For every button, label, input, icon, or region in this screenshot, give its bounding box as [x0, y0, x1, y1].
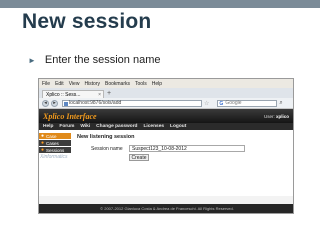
session-name-row: Session name Suspect123_10-08-2012	[77, 145, 287, 152]
close-tab-icon[interactable]: ×	[98, 92, 101, 98]
app-header: Xplico Interface User: xplico	[39, 109, 293, 123]
app-footer: © 2007-2012 Gianluca Costa & Andrea de F…	[39, 204, 293, 213]
sidebar-item-label: Sessions	[46, 147, 65, 153]
search-box[interactable]: G Google	[217, 99, 278, 107]
user-info: User: xplico	[264, 114, 289, 119]
google-logo-icon: G	[219, 100, 224, 107]
session-name-label: Session name	[91, 145, 123, 152]
forward-arrow-icon[interactable]: ▸	[51, 99, 58, 107]
menu-edit[interactable]: Edit	[55, 81, 64, 87]
sidebar-item-label: Cases	[46, 140, 59, 146]
sidebar-item-sessions[interactable]: ● Sessions	[39, 147, 71, 153]
sidebar-item-label: Case	[46, 133, 57, 139]
browser-tab[interactable]: Xplico :: Sess... ×	[42, 90, 104, 98]
bullet-text: Enter the session name	[44, 54, 161, 66]
menu-help[interactable]: Help	[152, 81, 162, 87]
slide-title: New session	[22, 10, 152, 33]
nav-wiki[interactable]: Wiki	[80, 124, 90, 129]
slide: New session ► Enter the session name Fil…	[0, 0, 320, 240]
bookmark-star-icon[interactable]: ☆	[204, 100, 209, 107]
app-nav: Help Forum Wiki Change password Licenses…	[39, 123, 293, 130]
session-name-input[interactable]: Suspect123_10-08-2012	[129, 145, 245, 152]
app-title: Xplico Interface	[43, 111, 97, 121]
menu-tools[interactable]: Tools	[135, 81, 147, 87]
user-label: User:	[263, 113, 275, 119]
address-bar-url: localhost:9876/sols/add	[69, 100, 122, 106]
browser-nav-row: ◂ ▸ localhost:9876/sols/add ☆ G Google ⌕	[39, 98, 293, 109]
bullet-dot-icon: ●	[41, 133, 45, 139]
browser-tab-label: Xplico :: Sess...	[46, 91, 81, 98]
create-button[interactable]: Create	[129, 154, 149, 161]
new-tab-icon[interactable]: +	[107, 90, 111, 98]
address-bar[interactable]: localhost:9876/sols/add	[62, 99, 202, 107]
sidebar-item-case[interactable]: ● Case	[39, 133, 71, 139]
browser-screenshot: File Edit View History Bookmarks Tools H…	[38, 78, 294, 214]
browser-menubar: File Edit View History Bookmarks Tools H…	[39, 79, 293, 88]
search-icon[interactable]: ⌕	[279, 100, 282, 107]
main-content: New listening session Session name Suspe…	[71, 130, 293, 196]
nav-licenses[interactable]: Licenses	[144, 124, 165, 129]
sidebar-item-cases[interactable]: ● Cases	[39, 140, 71, 146]
menu-bookmarks[interactable]: Bookmarks	[105, 81, 130, 87]
favicon-icon	[64, 101, 68, 106]
app-sidebar: ● Case ● Cases ● Sessions Xinformatics	[39, 130, 71, 196]
content-title: New listening session	[77, 134, 135, 140]
app-body: ● Case ● Cases ● Sessions Xinformatics N…	[39, 130, 293, 196]
bullet-dot-icon: ●	[41, 140, 45, 146]
bullet-point: ► Enter the session name	[28, 54, 161, 66]
nav-logout[interactable]: Logout	[170, 124, 186, 129]
slide-top-bar	[0, 0, 320, 8]
nav-help[interactable]: Help	[43, 124, 53, 129]
menu-file[interactable]: File	[42, 81, 50, 87]
sidebar-faded-logo: Xinformatics	[40, 154, 68, 160]
search-placeholder: Google	[225, 100, 242, 106]
user-name: xplico	[275, 113, 289, 119]
back-arrow-icon[interactable]: ◂	[42, 99, 49, 107]
new-session-form: Session name Suspect123_10-08-2012 Creat…	[77, 145, 287, 183]
menu-view[interactable]: View	[69, 81, 80, 87]
menu-history[interactable]: History	[84, 81, 100, 87]
nav-change-password[interactable]: Change password	[96, 124, 137, 129]
bullet-arrow-icon: ►	[28, 55, 36, 65]
browser-tab-row: Xplico :: Sess... × +	[39, 88, 293, 98]
bullet-dot-icon: ●	[41, 147, 45, 153]
nav-forum[interactable]: Forum	[59, 124, 74, 129]
